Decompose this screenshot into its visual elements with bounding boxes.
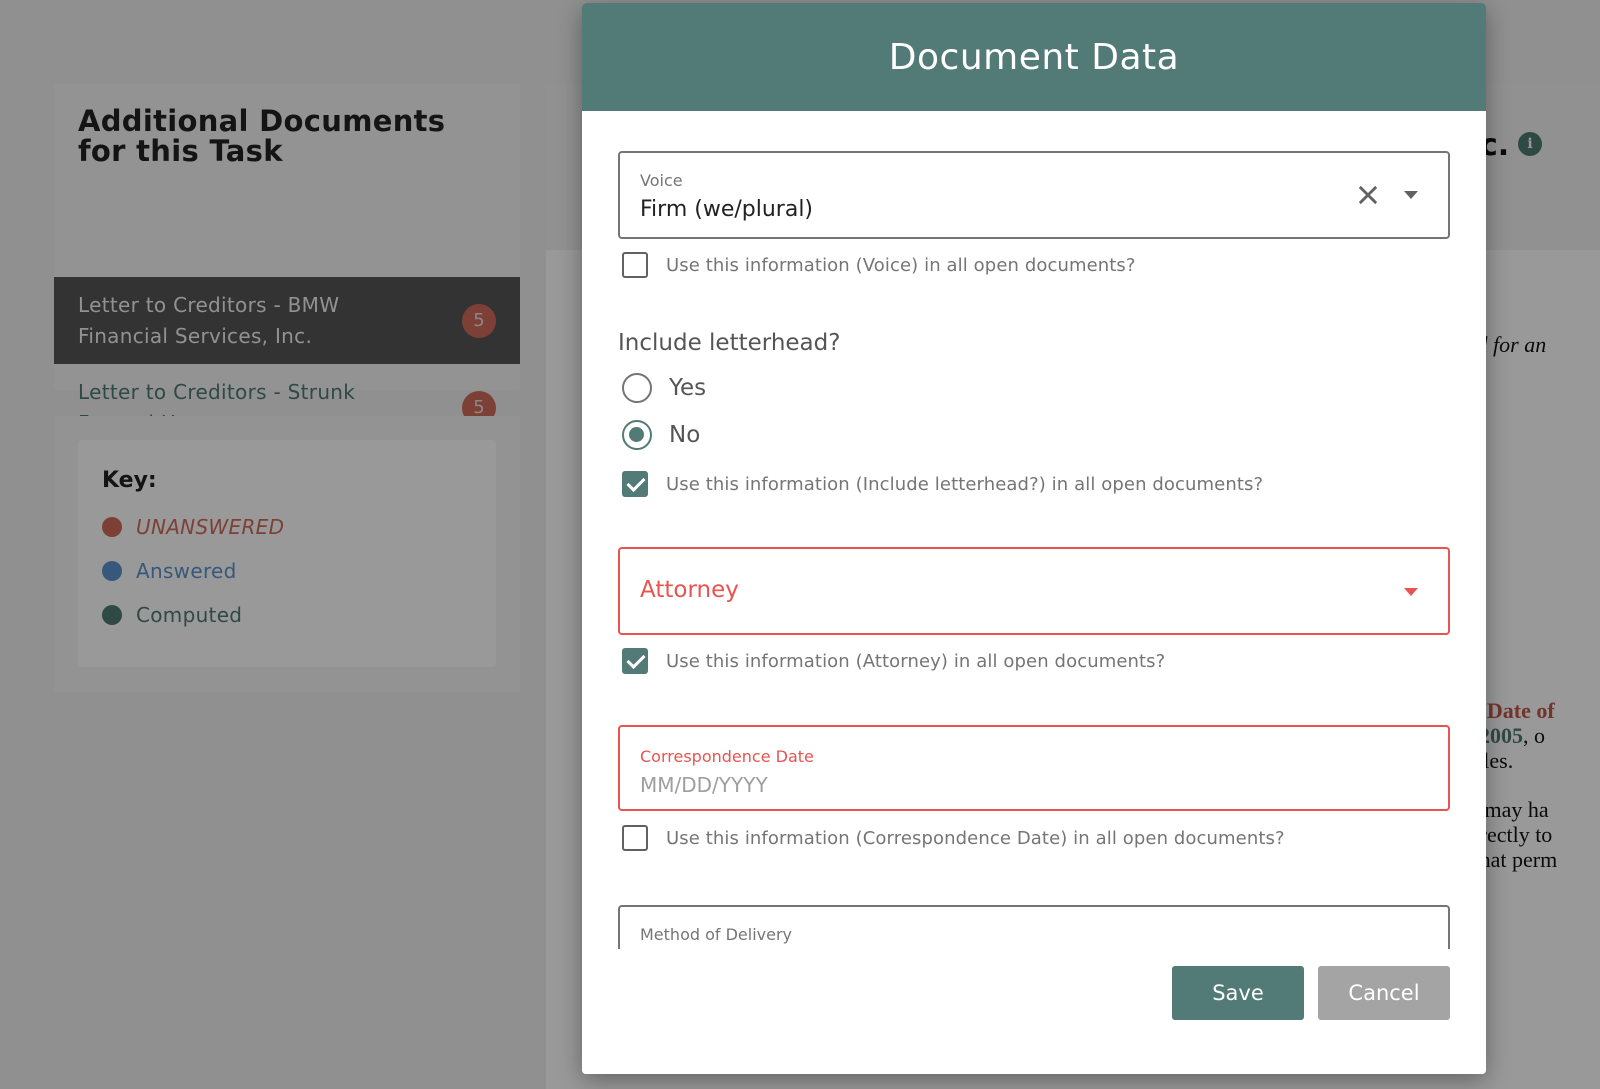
- radio-selected-icon[interactable]: [622, 420, 652, 450]
- attorney-select[interactable]: Attorney: [618, 547, 1450, 635]
- correspondence-date-use-all-checkbox[interactable]: Use this information (Correspondence Dat…: [622, 825, 1285, 851]
- checkbox-checked-icon[interactable]: [622, 471, 648, 497]
- correspondence-date-use-all-label: Use this information (Correspondence Dat…: [666, 827, 1285, 849]
- document-data-modal: Document Data Voice Firm (we/plural) Use…: [582, 3, 1486, 1074]
- letterhead-use-all-checkbox[interactable]: Use this information (Include letterhead…: [622, 471, 1263, 497]
- radio-label-yes: Yes: [669, 375, 707, 401]
- method-of-delivery-label: Method of Delivery: [640, 925, 793, 944]
- voice-label: Voice: [640, 171, 683, 190]
- modal-header: Document Data: [582, 3, 1486, 111]
- radio-label-no: No: [669, 422, 701, 448]
- letterhead-radio-yes[interactable]: Yes: [622, 373, 706, 403]
- letterhead-radio-no[interactable]: No: [622, 420, 700, 450]
- voice-use-all-checkbox[interactable]: Use this information (Voice) in all open…: [622, 252, 1136, 278]
- checkbox-unchecked-icon[interactable]: [622, 252, 648, 278]
- checkbox-unchecked-icon[interactable]: [622, 825, 648, 851]
- correspondence-date-input[interactable]: Correspondence Date MM/DD/YYYY: [618, 725, 1450, 811]
- radio-unselected-icon[interactable]: [622, 373, 652, 403]
- voice-value: Firm (we/plural): [640, 197, 814, 222]
- attorney-use-all-checkbox[interactable]: Use this information (Attorney) in all o…: [622, 648, 1165, 674]
- modal-body[interactable]: Voice Firm (we/plural) Use this informat…: [582, 111, 1486, 949]
- correspondence-date-label: Correspondence Date: [640, 747, 814, 766]
- chevron-down-icon[interactable]: [1404, 191, 1418, 199]
- correspondence-date-placeholder: MM/DD/YYYY: [640, 773, 768, 797]
- attorney-label: Attorney: [640, 577, 739, 603]
- checkbox-checked-icon[interactable]: [622, 648, 648, 674]
- attorney-use-all-label: Use this information (Attorney) in all o…: [666, 650, 1166, 672]
- clear-icon[interactable]: [1354, 181, 1382, 209]
- letterhead-question: Include letterhead?: [618, 330, 841, 356]
- chevron-down-icon[interactable]: [1404, 588, 1418, 596]
- voice-use-all-label: Use this information (Voice) in all open…: [666, 254, 1136, 276]
- method-of-delivery-select[interactable]: Method of Delivery: [618, 905, 1450, 949]
- cancel-button[interactable]: Cancel: [1318, 966, 1450, 1020]
- modal-footer: Save Cancel: [582, 949, 1486, 1074]
- modal-title: Document Data: [888, 36, 1180, 78]
- voice-select[interactable]: Voice Firm (we/plural): [618, 151, 1450, 239]
- letterhead-use-all-label: Use this information (Include letterhead…: [666, 473, 1264, 495]
- save-button[interactable]: Save: [1172, 966, 1304, 1020]
